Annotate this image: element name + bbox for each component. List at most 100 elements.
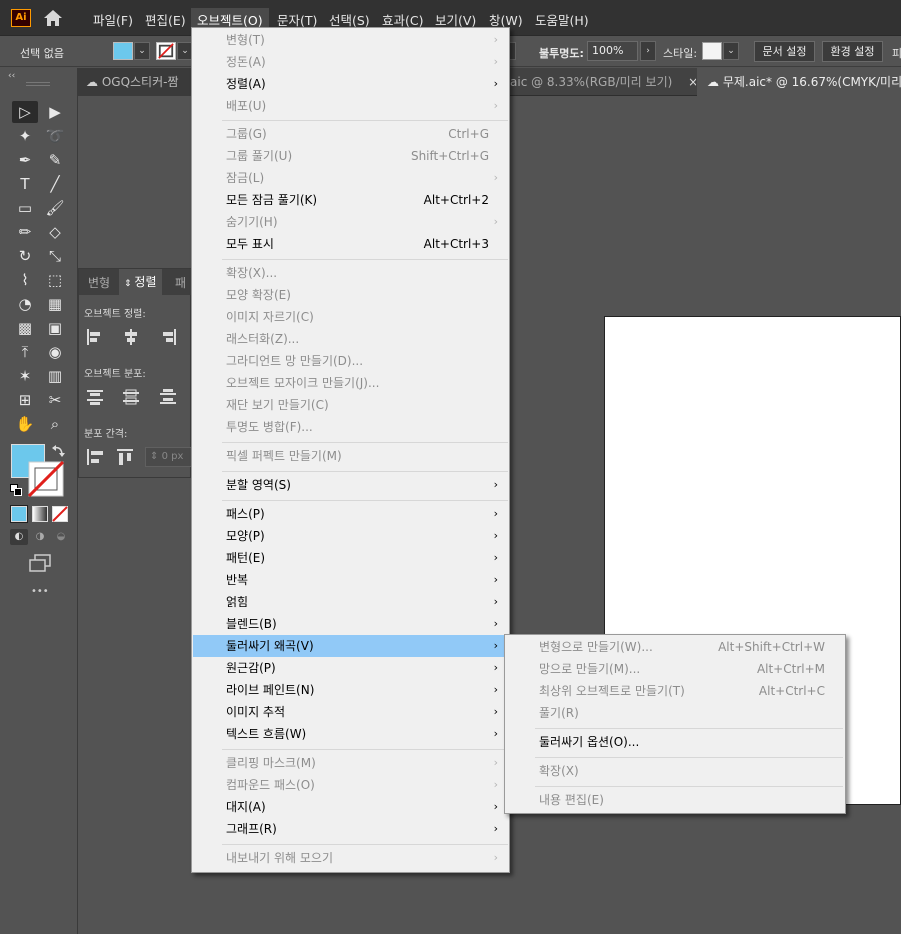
envelope-menu-item[interactable]: 둘러싸기 옵션(O)... (506, 731, 845, 753)
stroke-none-swatch[interactable] (156, 42, 176, 60)
object-menu-item[interactable]: 대지(A) › (193, 796, 509, 818)
direct-selection-tool-icon[interactable]: ▶ (42, 101, 68, 123)
rectangle-tool-icon[interactable]: ▭ (12, 197, 38, 219)
screen-mode-icon[interactable] (28, 554, 52, 572)
object-menu-item[interactable]: 래스터화(Z)... (193, 328, 509, 350)
object-menu-item[interactable]: 잠금(L) › (193, 167, 509, 189)
opacity-input[interactable]: 100% (587, 41, 638, 61)
home-icon[interactable] (42, 8, 64, 28)
pen-tool-icon[interactable]: ✒ (12, 149, 38, 171)
envelope-menu-item[interactable]: 변형으로 만들기(W)... Alt+Shift+Ctrl+W (506, 636, 845, 658)
shape-builder-tool-icon[interactable]: ◔ (12, 293, 38, 315)
object-menu-item[interactable]: 픽셀 퍼펙트 만들기(M) (193, 445, 509, 467)
envelope-menu-item[interactable]: 확장(X) (506, 760, 845, 782)
doc-tab-1[interactable]: ☁ OGQ스티커-짬 (78, 68, 191, 96)
type-tool-icon[interactable]: T (12, 173, 38, 195)
menu-file[interactable]: 파일(F) (93, 10, 133, 29)
envelope-menu-item[interactable]: 내용 편집(E) (506, 789, 845, 811)
distribute-vertical-space-icon[interactable] (85, 447, 105, 467)
distribute-top-icon[interactable] (85, 387, 105, 407)
magic-wand-tool-icon[interactable]: ✦ (12, 125, 38, 147)
align-center-icon[interactable] (121, 327, 141, 347)
symbol-sprayer-tool-icon[interactable]: ✶ (12, 365, 38, 387)
object-menu-item[interactable]: 배포(U) › (193, 95, 509, 117)
doc-tab-3-active[interactable]: ☁ 무제.aic* @ 16.67%(CMYK/미리 (697, 68, 901, 96)
object-menu-item[interactable]: 반복 › (193, 569, 509, 591)
tab-pathfinder[interactable]: 패 (175, 274, 186, 291)
draw-inside-icon[interactable]: ◒ (52, 529, 70, 545)
object-menu-item[interactable]: 이미지 추적 › (193, 701, 509, 723)
menu-help[interactable]: 도움말(H) (535, 10, 589, 29)
object-menu-item[interactable]: 패스(P) › (193, 503, 509, 525)
object-menu-item[interactable]: 오브젝트 모자이크 만들기(J)... (193, 372, 509, 394)
style-swatch[interactable] (702, 42, 722, 60)
artboard-tool-icon[interactable]: ⊞ (12, 389, 38, 411)
curvature-tool-icon[interactable]: ✎ (42, 149, 68, 171)
fill-dropdown[interactable]: ⌄ (134, 42, 150, 60)
color-mode-button[interactable] (10, 505, 28, 523)
none-mode-button[interactable] (52, 506, 68, 522)
object-menu-item[interactable]: 내보내기 위해 모으기 › (193, 847, 509, 869)
warp-tool-icon[interactable]: ⌇ (12, 269, 38, 291)
slice-tool-icon[interactable]: ✂ (42, 389, 68, 411)
gradient-tool-icon[interactable]: ▣ (42, 317, 68, 339)
object-menu-item[interactable]: 변형(T) › (193, 29, 509, 51)
distribute-center-icon[interactable] (121, 387, 141, 407)
mesh-tool-icon[interactable]: ▩ (12, 317, 38, 339)
object-menu-item[interactable]: 정돈(A) › (193, 51, 509, 73)
object-menu-item[interactable]: 텍스트 흐름(W) › (193, 723, 509, 745)
object-menu-item[interactable]: 그룹(G) Ctrl+G (193, 123, 509, 145)
rotate-tool-icon[interactable]: ↻ (12, 245, 38, 267)
object-menu-item[interactable]: 블렌드(B) › (193, 613, 509, 635)
object-menu-item[interactable]: 패턴(E) › (193, 547, 509, 569)
object-menu-item[interactable]: 클리핑 마스크(M) › (193, 752, 509, 774)
tab-transform[interactable]: 변형 (88, 274, 110, 291)
object-menu-item[interactable]: 재단 보기 만들기(C) (193, 394, 509, 416)
object-menu-item[interactable]: 숨기기(H) › (193, 211, 509, 233)
object-menu-item[interactable]: 분할 영역(S) › (193, 474, 509, 496)
object-menu-item[interactable]: 원근감(P) › (193, 657, 509, 679)
edit-toolbar-icon[interactable]: ••• (31, 586, 49, 597)
selection-tool-icon[interactable]: ▷ (12, 101, 38, 123)
draw-behind-icon[interactable]: ◑ (31, 529, 49, 545)
align-left-icon[interactable] (85, 327, 105, 347)
close-icon[interactable]: × (688, 75, 696, 89)
zoom-tool-icon[interactable]: ⌕ (42, 413, 68, 435)
scale-tool-icon[interactable]: ⤡ (42, 245, 68, 267)
object-menu-item[interactable]: 정렬(A) › (193, 73, 509, 95)
align-right-icon[interactable] (158, 327, 178, 347)
opacity-arrow[interactable]: › (640, 41, 656, 61)
envelope-menu-item[interactable]: 최상위 오브젝트로 만들기(T) Alt+Ctrl+C (506, 680, 845, 702)
tab-align[interactable]: ⇕ 정렬 (119, 269, 162, 295)
object-menu-item[interactable]: 모양(P) › (193, 525, 509, 547)
column-graph-tool-icon[interactable]: ▥ (42, 365, 68, 387)
envelope-menu-item[interactable]: 풀기(R) (506, 702, 845, 724)
object-menu-item[interactable]: 모두 표시 Alt+Ctrl+3 (193, 233, 509, 255)
distribute-horizontal-space-icon[interactable] (115, 447, 135, 467)
object-menu-item[interactable]: 투명도 병합(F)... (193, 416, 509, 438)
document-setup-button[interactable]: 문서 설정 (754, 41, 815, 62)
eraser-tool-icon[interactable]: ◇ (42, 221, 68, 243)
free-transform-tool-icon[interactable]: ⬚ (42, 269, 68, 291)
spacing-input[interactable]: ⇕ 0 px (145, 447, 192, 467)
panel-grip[interactable] (26, 82, 50, 86)
object-menu-item[interactable]: 둘러싸기 왜곡(V) › (193, 635, 509, 657)
swap-colors-icon[interactable] (52, 444, 65, 457)
gradient-mode-button[interactable] (32, 506, 48, 522)
blend-tool-icon[interactable]: ◉ (42, 341, 68, 363)
object-menu-item[interactable]: 확장(X)... (193, 262, 509, 284)
perspective-grid-tool-icon[interactable]: ▦ (42, 293, 68, 315)
distribute-bottom-icon[interactable] (158, 387, 178, 407)
line-tool-icon[interactable]: ╱ (42, 173, 68, 195)
default-colors-icon[interactable] (10, 484, 22, 496)
object-menu-item[interactable]: 얽힘 › (193, 591, 509, 613)
fill-swatch[interactable] (113, 42, 133, 60)
object-menu-item[interactable]: 라이브 페인트(N) › (193, 679, 509, 701)
collapse-icon[interactable]: ‹‹ (8, 71, 15, 81)
stroke-color-box[interactable] (28, 461, 64, 497)
pencil-tool-icon[interactable]: ✏ (12, 221, 38, 243)
object-menu-item[interactable]: 컴파운드 패스(O) › (193, 774, 509, 796)
hand-tool-icon[interactable]: ✋ (12, 413, 38, 435)
object-menu-item[interactable]: 그룹 풀기(U) Shift+Ctrl+G (193, 145, 509, 167)
object-menu-item[interactable]: 이미지 자르기(C) (193, 306, 509, 328)
